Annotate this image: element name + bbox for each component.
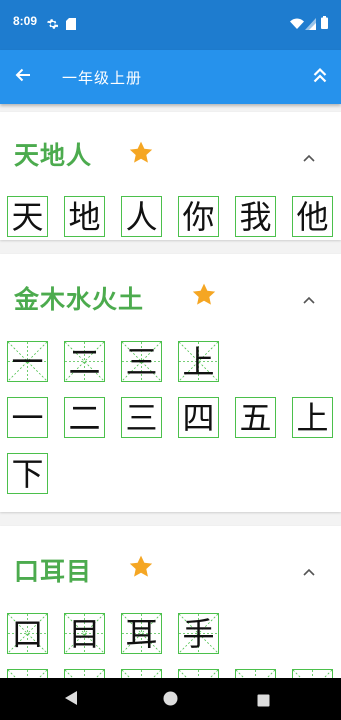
character-glyph: 上 bbox=[296, 398, 329, 437]
page-title: 一年级上册 bbox=[62, 69, 143, 87]
sim-card-icon bbox=[66, 15, 76, 34]
character-glyph bbox=[236, 670, 275, 678]
character-cell[interactable]: 上 bbox=[178, 341, 219, 382]
character-cell[interactable]: 下 bbox=[7, 453, 48, 494]
chevron-up-icon[interactable] bbox=[301, 148, 317, 162]
star-icon[interactable] bbox=[128, 140, 154, 166]
character-cell[interactable]: 五 bbox=[235, 397, 276, 438]
character-glyph: 五 bbox=[239, 398, 272, 437]
character-glyph: 上 bbox=[182, 342, 215, 381]
nav-home-icon[interactable] bbox=[163, 691, 178, 710]
character-glyph bbox=[122, 670, 161, 678]
character-glyph: 二 bbox=[68, 398, 101, 437]
character-glyph bbox=[293, 670, 332, 678]
nav-recents-icon[interactable] bbox=[257, 692, 270, 711]
lesson-card: 口耳目 口目耳手 bbox=[0, 526, 341, 678]
double-chevron-up-icon bbox=[313, 67, 327, 87]
back-arrow-icon bbox=[15, 67, 31, 87]
character-cell[interactable]: 他 bbox=[292, 196, 333, 237]
character-glyph bbox=[8, 670, 47, 678]
character-glyph bbox=[179, 670, 218, 678]
character-glyph: 二 bbox=[68, 342, 101, 381]
character-glyph: 人 bbox=[125, 197, 158, 236]
character-cell[interactable]: 二 bbox=[64, 397, 105, 438]
character-glyph: 三 bbox=[125, 398, 158, 437]
character-glyph bbox=[65, 670, 104, 678]
character-cell[interactable] bbox=[7, 669, 48, 678]
character-glyph: 地 bbox=[68, 197, 101, 236]
character-cell[interactable]: 手 bbox=[178, 613, 219, 654]
battery-icon bbox=[321, 14, 328, 33]
star-icon[interactable] bbox=[128, 554, 154, 580]
character-glyph: 目 bbox=[68, 614, 101, 653]
lesson-card: 天地人 天地人你我他 bbox=[0, 112, 341, 240]
character-cell[interactable]: 你 bbox=[178, 196, 219, 237]
character-cell[interactable] bbox=[64, 669, 105, 678]
back-button[interactable] bbox=[8, 63, 38, 91]
character-glyph: 我 bbox=[239, 197, 272, 236]
character-glyph: 一 bbox=[11, 342, 44, 381]
chevron-up-icon[interactable] bbox=[301, 290, 317, 304]
lesson-title: 口耳目 bbox=[14, 557, 93, 586]
chevron-up-icon[interactable] bbox=[301, 562, 317, 576]
lesson-card: 金木水火土 一二三上一二三四五上下 bbox=[0, 254, 341, 512]
status-bar: 8:09 bbox=[0, 0, 341, 50]
character-cell[interactable]: 一 bbox=[7, 341, 48, 382]
character-cell[interactable]: 四 bbox=[178, 397, 219, 438]
lesson-title: 天地人 bbox=[14, 141, 93, 170]
character-cell[interactable]: 地 bbox=[64, 196, 105, 237]
character-glyph: 口 bbox=[11, 614, 44, 653]
character-cell[interactable]: 三 bbox=[121, 341, 162, 382]
app-bar: 一年级上册 bbox=[0, 50, 341, 104]
character-cell[interactable] bbox=[121, 669, 162, 678]
character-cell[interactable]: 目 bbox=[64, 613, 105, 654]
character-cell[interactable]: 天 bbox=[7, 196, 48, 237]
status-time: 8:09 bbox=[13, 14, 38, 28]
character-cell[interactable]: 二 bbox=[64, 341, 105, 382]
character-glyph: 你 bbox=[182, 197, 215, 236]
lesson-title: 金木水火土 bbox=[14, 285, 145, 314]
character-cell[interactable]: 人 bbox=[121, 196, 162, 237]
collapse-all-button[interactable] bbox=[307, 63, 333, 91]
nav-back-icon[interactable] bbox=[64, 690, 78, 710]
character-cell[interactable]: 我 bbox=[235, 196, 276, 237]
lesson-list[interactable]: 天地人 天地人你我他 金木水火土 一二三上一二三四五上下 口耳目 口目耳手 bbox=[0, 104, 341, 678]
character-cell[interactable] bbox=[235, 669, 276, 678]
signal-icon bbox=[305, 15, 316, 34]
character-glyph: 耳 bbox=[125, 614, 158, 653]
star-icon[interactable] bbox=[191, 282, 217, 308]
settings-icon bbox=[46, 15, 59, 34]
character-cell[interactable]: 耳 bbox=[121, 613, 162, 654]
character-glyph: 天 bbox=[11, 197, 44, 236]
character-cell[interactable]: 上 bbox=[292, 397, 333, 438]
character-glyph: 一 bbox=[11, 398, 44, 437]
character-glyph: 他 bbox=[296, 197, 329, 236]
character-cell[interactable]: 三 bbox=[121, 397, 162, 438]
character-cell[interactable] bbox=[292, 669, 333, 678]
character-cell[interactable]: 口 bbox=[7, 613, 48, 654]
character-glyph: 手 bbox=[182, 614, 215, 653]
navigation-bar bbox=[0, 678, 341, 720]
character-cell[interactable] bbox=[178, 669, 219, 678]
character-cell[interactable]: 一 bbox=[7, 397, 48, 438]
character-glyph: 三 bbox=[125, 342, 158, 381]
wifi-icon bbox=[290, 15, 304, 34]
character-glyph: 四 bbox=[182, 398, 215, 437]
character-glyph: 下 bbox=[11, 454, 44, 493]
